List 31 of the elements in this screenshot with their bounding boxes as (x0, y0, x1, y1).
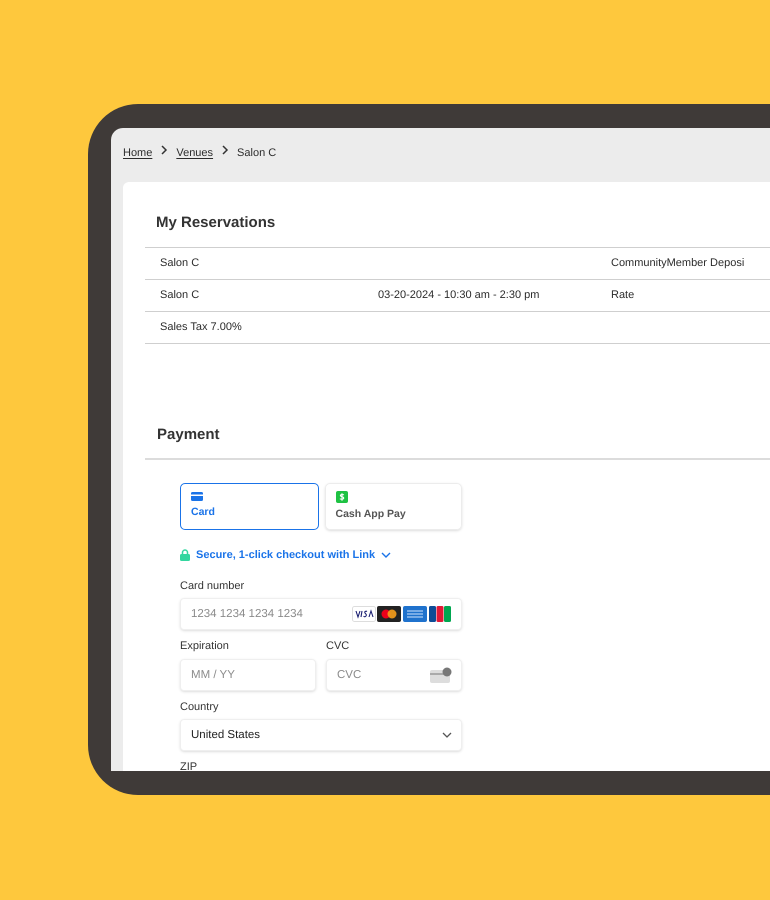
input-field[interactable]: MM / YY (180, 658, 316, 690)
field-label: CVC (326, 639, 350, 654)
chevron-right-icon (221, 145, 230, 155)
breadcrumb-current: Salon C (237, 146, 276, 161)
field-label: Country (180, 700, 220, 714)
field-label: Card number (180, 578, 246, 594)
section-title: Payment (157, 424, 221, 444)
card-icon (191, 492, 203, 502)
chevron-right-icon (160, 145, 168, 155)
chevron-down-icon (442, 732, 452, 738)
breadcrumb-link[interactable]: Home (123, 145, 152, 162)
table-cell: Salon C (160, 256, 200, 269)
table-cell: Salon C (160, 288, 200, 301)
breadcrumb-link[interactable]: Venues (176, 145, 214, 162)
card-brands-icon (352, 606, 452, 622)
payment-method-tab[interactable]: Card (180, 483, 318, 530)
table-cell: 03-20-2024 - 10:30 am - 2:30 pm (378, 288, 540, 301)
table-cell: Sales Tax 7.00% (160, 320, 242, 333)
card-cvc-icon (430, 666, 452, 682)
dollar-icon (336, 490, 348, 503)
link-checkout-toggle[interactable]: Secure, 1-click checkout with Link (196, 547, 392, 564)
field-label: Expiration (180, 639, 230, 654)
table-cell: Rate (611, 288, 634, 301)
payment-method-tab[interactable]: Cash App Pay (324, 483, 462, 530)
section-title: My Reservations (156, 213, 276, 233)
lock-icon (180, 549, 190, 562)
chevron-down-icon (381, 552, 392, 558)
country-select[interactable]: United States (180, 719, 462, 751)
table-cell: CommunityMember Deposi (611, 256, 744, 269)
field-label: ZIP (180, 760, 198, 771)
input-field[interactable]: CVC (326, 658, 462, 690)
